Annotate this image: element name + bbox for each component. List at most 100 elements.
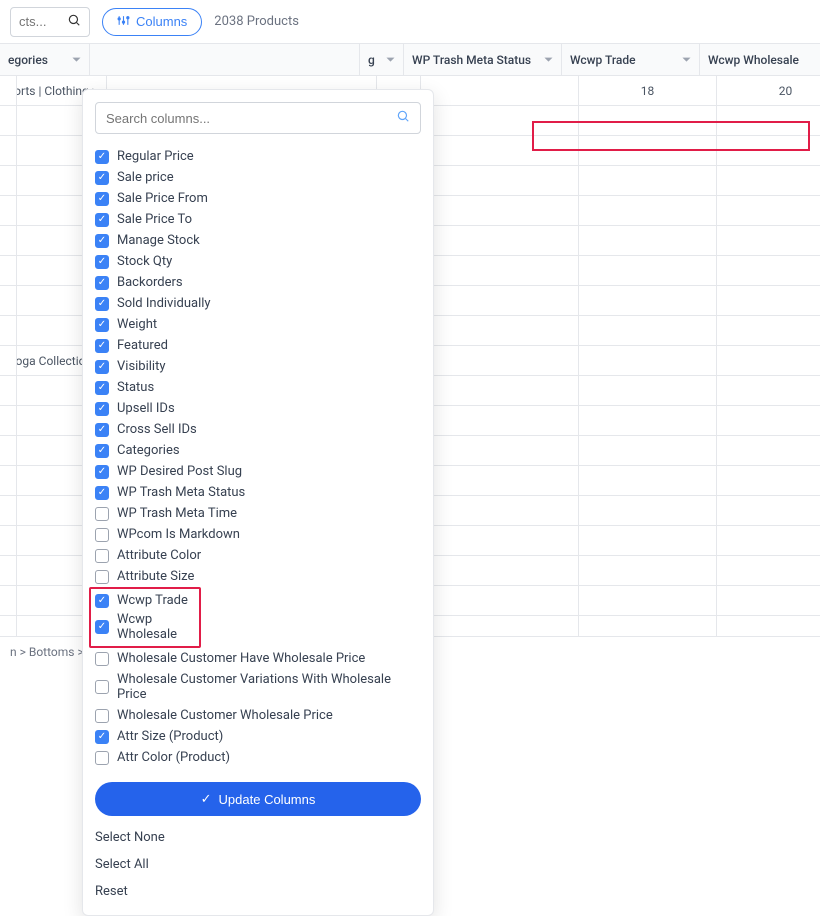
cell-trade[interactable] <box>579 556 717 585</box>
column-option[interactable]: WPcom Is Markdown <box>95 524 421 545</box>
checkbox-icon[interactable] <box>95 652 109 666</box>
checkbox-icon[interactable] <box>95 709 109 723</box>
column-option[interactable]: Sale Price From <box>95 188 421 209</box>
select-none-button[interactable]: Select None <box>95 824 421 851</box>
column-option[interactable]: WP Trash Meta Status <box>95 482 421 503</box>
cell-trash[interactable] <box>421 136 579 165</box>
cell-trade[interactable] <box>579 346 717 375</box>
checkbox-icon[interactable] <box>95 528 109 542</box>
checkbox-icon[interactable] <box>95 213 109 227</box>
checkbox-icon[interactable] <box>95 620 109 634</box>
cell-trade[interactable] <box>579 466 717 495</box>
checkbox-icon[interactable] <box>95 730 109 744</box>
cell-wholesale[interactable] <box>717 586 820 615</box>
cell-trade[interactable]: 18 <box>579 76 717 105</box>
column-option[interactable]: WP Trash Meta Time <box>95 503 421 524</box>
checkbox-icon[interactable] <box>95 339 109 353</box>
cell-trash[interactable] <box>421 346 579 375</box>
cell-trade[interactable] <box>579 406 717 435</box>
filter-icon[interactable]: ⏷ <box>72 53 81 67</box>
checkbox-icon[interactable] <box>95 276 109 290</box>
cell-wholesale[interactable] <box>717 166 820 195</box>
column-option[interactable]: Wholesale Customer Wholesale Price <box>95 705 421 726</box>
cell-trash[interactable] <box>421 166 579 195</box>
cell-trash[interactable] <box>421 496 579 525</box>
checkbox-icon[interactable] <box>95 402 109 416</box>
checkbox-icon[interactable] <box>95 192 109 206</box>
cell-wholesale[interactable] <box>717 346 820 375</box>
column-header-wholesale[interactable]: Wcwp Wholesale ⏷ <box>700 44 820 75</box>
cell-trade[interactable] <box>579 376 717 405</box>
checkbox-icon[interactable] <box>95 549 109 563</box>
cell-trade[interactable] <box>579 436 717 465</box>
checkbox-icon[interactable] <box>95 297 109 311</box>
cell-wholesale[interactable] <box>717 106 820 135</box>
filter-icon[interactable]: ⏷ <box>544 53 553 67</box>
column-search[interactable] <box>95 102 421 134</box>
column-header-categories[interactable]: egories ⏷ <box>0 44 90 75</box>
column-option[interactable]: Weight <box>95 314 421 335</box>
cell-trade[interactable] <box>579 526 717 555</box>
cell-wholesale[interactable] <box>717 526 820 555</box>
checkbox-icon[interactable] <box>95 171 109 185</box>
column-option[interactable]: Attr Size (Product) <box>95 726 421 747</box>
cell-trade[interactable] <box>579 256 717 285</box>
cell-trash[interactable] <box>421 196 579 225</box>
cell-trash[interactable] <box>421 436 579 465</box>
checkbox-icon[interactable] <box>95 570 109 584</box>
column-option[interactable]: Backorders <box>95 272 421 293</box>
column-option[interactable]: Upsell IDs <box>95 398 421 419</box>
column-option[interactable]: Status <box>95 377 421 398</box>
column-header-trade[interactable]: Wcwp Trade ⏷ <box>562 44 700 75</box>
checkbox-icon[interactable] <box>95 381 109 395</box>
cell-wholesale[interactable] <box>717 436 820 465</box>
cell-wholesale[interactable] <box>717 496 820 525</box>
cell-wholesale[interactable] <box>717 406 820 435</box>
cell-trade[interactable] <box>579 106 717 135</box>
update-columns-button[interactable]: ✓ Update Columns <box>95 782 421 816</box>
cell-trade[interactable] <box>579 196 717 225</box>
column-option[interactable]: Regular Price <box>95 146 421 167</box>
filter-icon[interactable]: ⏷ <box>386 53 395 67</box>
checkbox-icon[interactable] <box>95 423 109 437</box>
checkbox-icon[interactable] <box>95 150 109 164</box>
select-all-button[interactable]: Select All <box>95 851 421 878</box>
checkbox-icon[interactable] <box>95 680 109 694</box>
reset-button[interactable]: Reset <box>95 878 421 905</box>
cell-trade[interactable] <box>579 226 717 255</box>
column-option[interactable]: Categories <box>95 440 421 461</box>
column-option[interactable]: Wcwp Wholesale <box>95 610 195 644</box>
cell-trash[interactable] <box>421 466 579 495</box>
checkbox-icon[interactable] <box>95 234 109 248</box>
checkbox-icon[interactable] <box>95 360 109 374</box>
cell-trash[interactable] <box>421 256 579 285</box>
cell-trash[interactable] <box>421 556 579 585</box>
checkbox-icon[interactable] <box>95 507 109 521</box>
cell-wholesale[interactable] <box>717 466 820 495</box>
cell-trade[interactable] <box>579 166 717 195</box>
cell-trash[interactable] <box>421 286 579 315</box>
product-search-input[interactable] <box>19 14 67 29</box>
column-option[interactable]: Visibility <box>95 356 421 377</box>
product-search[interactable] <box>10 7 90 37</box>
cell-wholesale[interactable]: 20 <box>717 76 820 105</box>
cell-wholesale[interactable] <box>717 316 820 345</box>
cell-wholesale[interactable] <box>717 196 820 225</box>
cell-trash[interactable] <box>421 586 579 615</box>
column-option[interactable]: Attribute Color <box>95 545 421 566</box>
cell-wholesale[interactable] <box>717 286 820 315</box>
checkbox-icon[interactable] <box>95 318 109 332</box>
cell-trash[interactable] <box>421 76 579 105</box>
cell-trash[interactable] <box>421 226 579 255</box>
column-header-g[interactable]: g ⏷ <box>360 44 404 75</box>
column-option[interactable]: Cross Sell IDs <box>95 419 421 440</box>
checkbox-icon[interactable] <box>95 465 109 479</box>
cell-trade[interactable] <box>579 496 717 525</box>
checkbox-icon[interactable] <box>95 255 109 269</box>
column-option[interactable]: Featured <box>95 335 421 356</box>
column-option[interactable]: Stock Qty <box>95 251 421 272</box>
column-option[interactable]: Attr Color (Product) <box>95 747 421 768</box>
column-option[interactable]: Sold Individually <box>95 293 421 314</box>
column-option[interactable]: Wholesale Customer Have Wholesale Price <box>95 648 421 669</box>
checkbox-icon[interactable] <box>95 751 109 765</box>
